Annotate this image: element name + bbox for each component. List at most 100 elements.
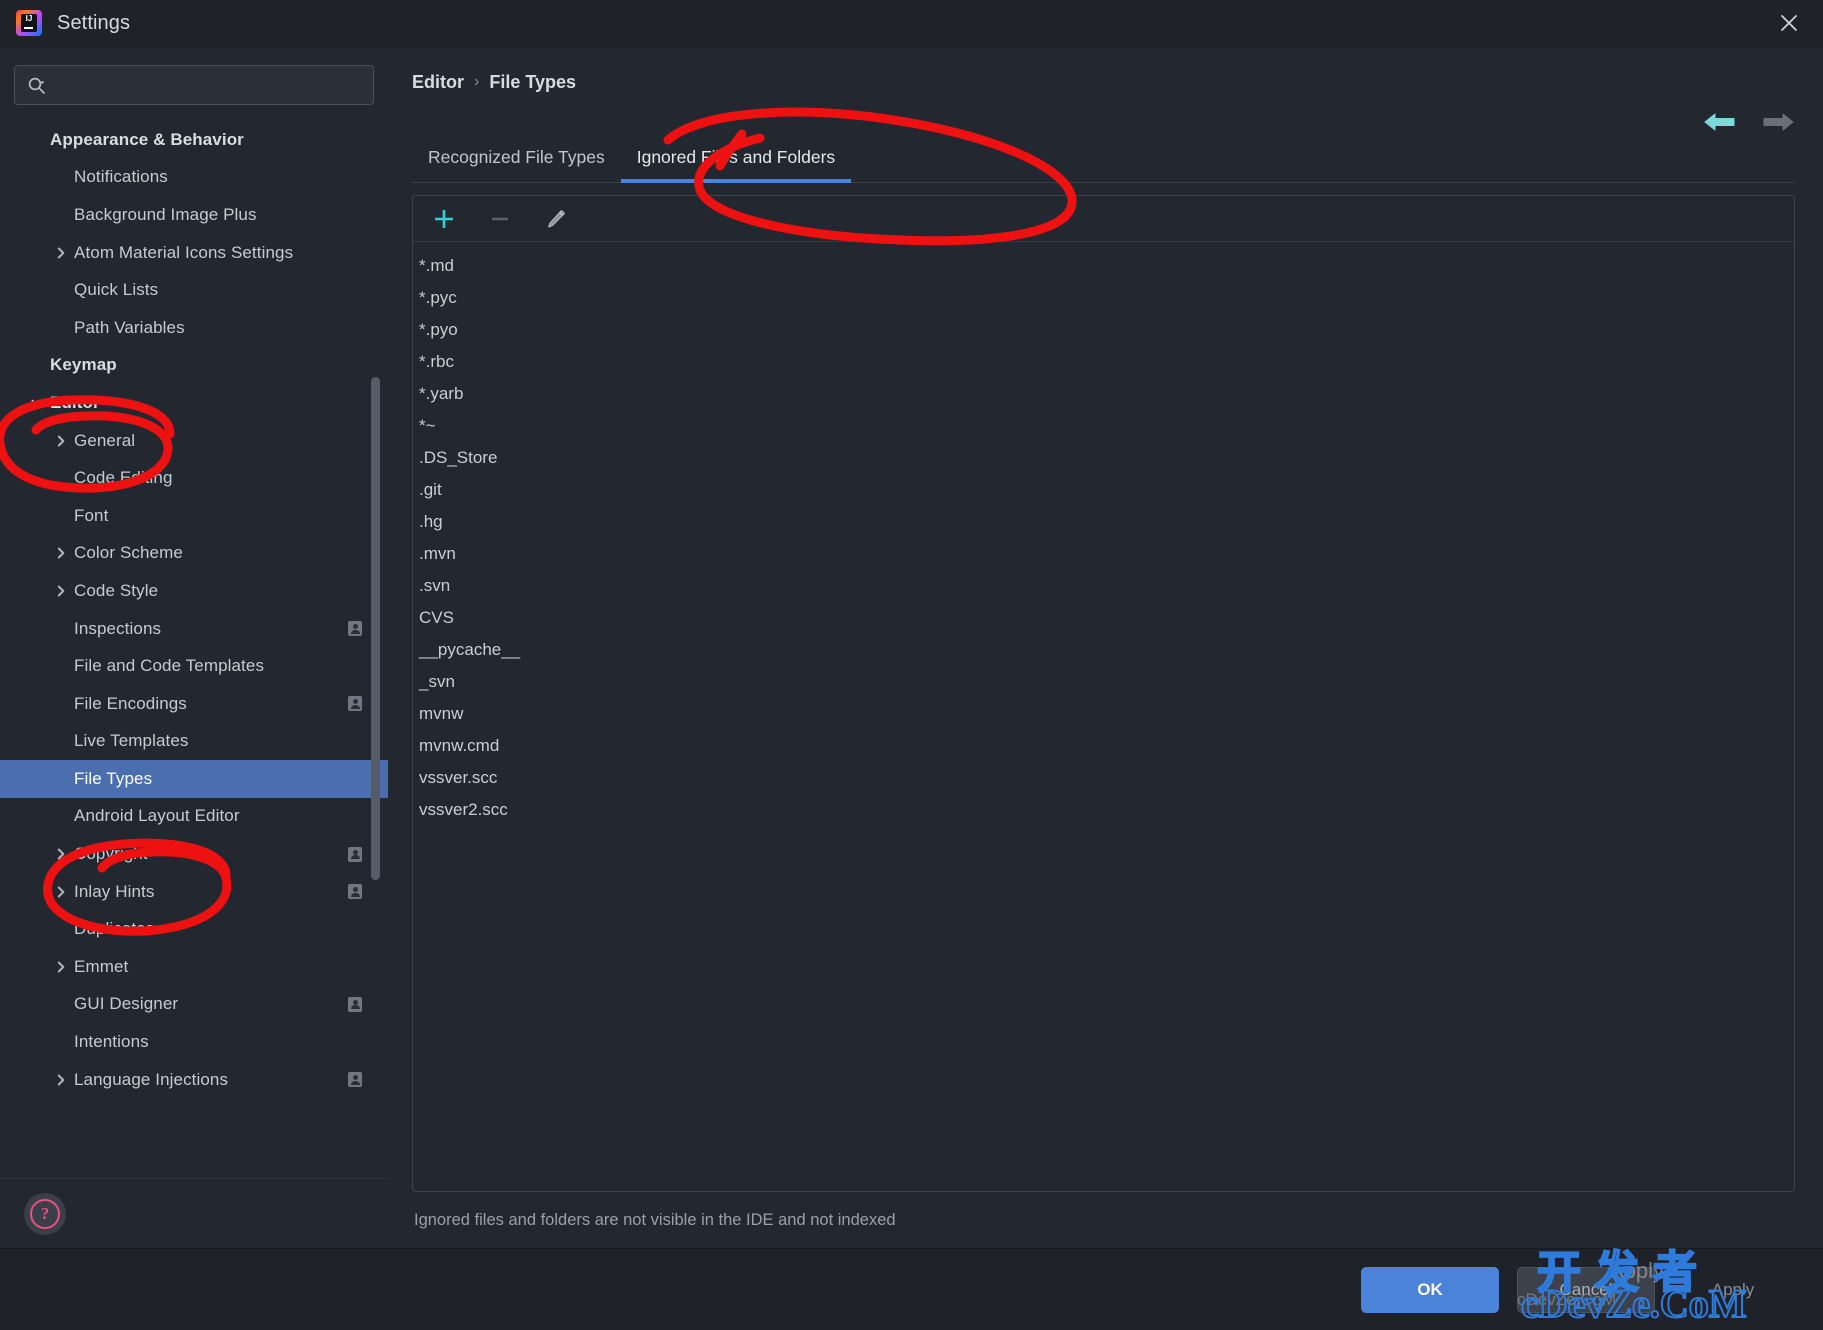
- sidebar-item-editor[interactable]: Editor: [0, 384, 388, 422]
- sidebar-item-code-editing[interactable]: Code Editing: [0, 459, 388, 497]
- sidebar-item-code-style[interactable]: Code Style: [0, 572, 388, 610]
- chevron-right-icon[interactable]: [48, 885, 74, 899]
- add-button[interactable]: [427, 202, 461, 236]
- chevron-right-icon[interactable]: [48, 246, 74, 260]
- sidebar-item-label: Editor: [50, 392, 100, 412]
- settings-dialog: IJ Settings Appearance & Behavior Notifi…: [0, 0, 1823, 1330]
- sidebar-item-copyright[interactable]: Copyright: [0, 835, 388, 873]
- list-item[interactable]: *~: [413, 410, 1794, 442]
- list-item[interactable]: *.pyo: [413, 314, 1794, 346]
- pencil-icon[interactable]: [539, 202, 573, 236]
- list-item[interactable]: .svn: [413, 570, 1794, 602]
- chevron-right-icon[interactable]: [48, 847, 74, 861]
- close-icon[interactable]: [1769, 6, 1809, 40]
- sidebar-scrollbar-track[interactable]: [371, 377, 380, 880]
- cancel-button[interactable]: Cancel: [1517, 1266, 1655, 1313]
- sidebar-item-label: File Encodings: [74, 693, 187, 713]
- chevron-right-icon[interactable]: [48, 434, 74, 448]
- ignored-file-list[interactable]: *.md *.pyc *.pyo *.rbc *.yarb *~ .DS_Store .git…: [413, 242, 1794, 1191]
- sidebar-item-label: Color Scheme: [74, 543, 183, 563]
- search-input[interactable]: [47, 76, 363, 94]
- list-item[interactable]: *.pyc: [413, 282, 1794, 314]
- sidebar-item-general[interactable]: General: [0, 422, 388, 460]
- project-scope-icon: [348, 1072, 362, 1088]
- sidebar-item-quick-lists[interactable]: Quick Lists: [0, 271, 388, 309]
- project-scope-icon: [348, 696, 362, 712]
- remove-button: [483, 202, 517, 236]
- sidebar-item-file-encodings[interactable]: File Encodings: [0, 685, 388, 723]
- navigation-arrows: [1703, 109, 1795, 140]
- sidebar-item-duplicates[interactable]: Duplicates: [0, 910, 388, 948]
- ok-button[interactable]: OK: [1361, 1266, 1499, 1313]
- tab-ignored-files-and-folders[interactable]: Ignored Files and Folders: [620, 132, 852, 183]
- sidebar: Appearance & Behavior Notifications Backgr…: [0, 47, 388, 1248]
- search-box[interactable]: [14, 65, 374, 105]
- sidebar-item-inspections[interactable]: Inspections: [0, 610, 388, 648]
- search-container: [0, 47, 388, 115]
- sidebar-item-atom-material-icons-settings[interactable]: Atom Material Icons Settings: [0, 234, 388, 272]
- list-item[interactable]: vssver.scc: [413, 762, 1794, 794]
- chevron-down-icon[interactable]: [24, 396, 50, 410]
- tab-recognized-file-types[interactable]: Recognized File Types: [412, 132, 621, 182]
- sidebar-item-appearance-behavior[interactable]: Appearance & Behavior: [0, 121, 388, 159]
- chevron-right-icon[interactable]: [48, 1073, 74, 1087]
- sidebar-item-label: Background Image Plus: [74, 204, 257, 224]
- list-item[interactable]: vssver2.scc: [413, 794, 1794, 826]
- chevron-right-icon[interactable]: [48, 584, 74, 598]
- list-item[interactable]: __pycache__: [413, 634, 1794, 666]
- sidebar-item-label: GUI Designer: [74, 994, 179, 1014]
- sidebar-item-path-variables[interactable]: Path Variables: [0, 309, 388, 347]
- arrow-left-icon[interactable]: [1703, 109, 1737, 140]
- list-item[interactable]: .DS_Store: [413, 442, 1794, 474]
- sidebar-item-label: Appearance & Behavior: [50, 129, 244, 149]
- sidebar-item-intentions[interactable]: Intentions: [0, 1023, 388, 1061]
- breadcrumb-parent[interactable]: Editor: [412, 72, 464, 93]
- list-item[interactable]: _svn: [413, 666, 1794, 698]
- list-item[interactable]: .hg: [413, 506, 1794, 538]
- list-item[interactable]: mvnw.cmd: [413, 730, 1794, 762]
- sidebar-item-label: Live Templates: [74, 731, 189, 751]
- sidebar-item-label: Font: [74, 505, 109, 525]
- sidebar-item-file-and-code-templates[interactable]: File and Code Templates: [0, 647, 388, 685]
- list-item[interactable]: *.md: [413, 250, 1794, 282]
- breadcrumb: Editor › File Types: [412, 47, 1795, 103]
- sidebar-item-language-injections[interactable]: Language Injections: [0, 1061, 388, 1099]
- list-item[interactable]: *.rbc: [413, 346, 1794, 378]
- list-item[interactable]: *.yarb: [413, 378, 1794, 410]
- sidebar-item-background-image-plus[interactable]: Background Image Plus: [0, 196, 388, 234]
- list-item[interactable]: CVS: [413, 602, 1794, 634]
- title-bar: IJ Settings: [0, 0, 1823, 47]
- sidebar-item-label: Atom Material Icons Settings: [74, 242, 294, 262]
- sidebar-item-live-templates[interactable]: Live Templates: [0, 723, 388, 761]
- sidebar-item-font[interactable]: Font: [0, 497, 388, 535]
- sidebar-item-emmet[interactable]: Emmet: [0, 948, 388, 986]
- apply-button[interactable]: Apply: [1673, 1267, 1793, 1313]
- arrow-right-icon: [1761, 109, 1795, 140]
- sidebar-item-color-scheme[interactable]: Color Scheme: [0, 535, 388, 573]
- ignored-files-panel: *.md *.pyc *.pyo *.rbc *.yarb *~ .DS_Store .git…: [412, 195, 1795, 1192]
- sidebar-item-gui-designer[interactable]: GUI Designer: [0, 986, 388, 1024]
- sidebar-item-file-types[interactable]: File Types: [0, 760, 388, 798]
- sidebar-item-label: Path Variables: [74, 317, 185, 337]
- sidebar-item-label: Android Layout Editor: [74, 806, 240, 826]
- sidebar-item-keymap[interactable]: Keymap: [0, 347, 388, 385]
- sidebar-item-label: Code Editing: [74, 468, 173, 488]
- list-item[interactable]: .mvn: [413, 538, 1794, 570]
- chevron-right-icon[interactable]: [48, 546, 74, 560]
- sidebar-item-label: File and Code Templates: [74, 656, 265, 676]
- dialog-footer: OK Cancel Apply Apply cDevZe.CoM 开发者 cDe…: [0, 1246, 1823, 1330]
- sidebar-scrollbar-thumb[interactable]: [371, 377, 380, 880]
- sidebar-item-android-layout-editor[interactable]: Android Layout Editor: [0, 798, 388, 836]
- window-title: Settings: [57, 11, 131, 34]
- chevron-right-icon[interactable]: [48, 960, 74, 974]
- list-item[interactable]: mvnw: [413, 698, 1794, 730]
- sidebar-item-label: Quick Lists: [74, 280, 159, 300]
- project-scope-icon: [348, 621, 362, 637]
- list-item[interactable]: .git: [413, 474, 1794, 506]
- breadcrumb-separator: ›: [474, 73, 480, 90]
- sidebar-item-inlay-hints[interactable]: Inlay Hints: [0, 873, 388, 911]
- help-button[interactable]: ?: [24, 1192, 66, 1235]
- sidebar-item-notifications[interactable]: Notifications: [0, 159, 388, 197]
- sidebar-item-label: Emmet: [74, 956, 129, 976]
- sidebar-item-label: General: [74, 430, 136, 450]
